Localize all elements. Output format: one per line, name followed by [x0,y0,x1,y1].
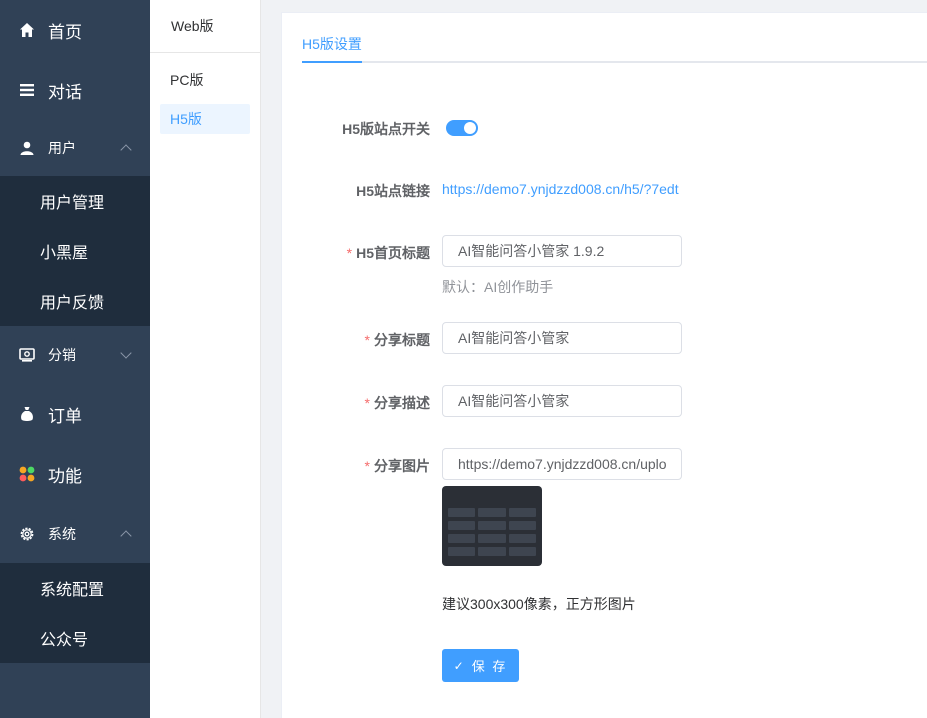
list-icon [18,81,36,99]
share-image-label: 分享图片 [374,458,430,474]
sidebar-item-label: 用户 [48,140,76,156]
home-title-input[interactable]: AI智能问答小管家 1.9.2 [442,235,682,267]
home-title-hint: 默认：AI创作助手 [442,279,554,295]
user-icon [18,139,36,157]
apps-icon [18,465,36,483]
required-mark: * [364,395,370,411]
sidebar: 首页 对话 用户 用户管理 小黑屋 用户反馈 分销 订单 功能 系统 系统配置 … [0,0,150,718]
preview-cell [508,521,536,530]
image-advice-text: 建议300x300像素，正方形图片 [442,596,636,612]
sidebar-item-system-config[interactable]: 系统配置 [0,563,150,613]
sidebar-item-system[interactable]: 系统 [0,504,150,563]
sidebar-item-label: 订单 [48,406,82,426]
sidebar-item-distribution[interactable]: 分销 [0,326,150,384]
money-bag-icon [18,405,36,423]
chevron-down-icon [120,347,132,359]
home-icon [18,21,36,39]
save-button-label: 保 存 [471,659,508,674]
preview-cell [478,547,506,556]
settings-subnav: Web版 PC版 H5版 [150,0,261,718]
site-link-label: H5站点链接 [356,183,430,199]
share-title-label: 分享标题 [374,332,430,348]
subnav-header: Web版 [150,0,260,53]
share-desc-label-wrap: * 分享描述 [365,393,430,413]
share-image-preview[interactable] [442,486,542,566]
site-link-field: https://demo7.ynjdzzd008.cn/h5/?7edt [442,181,679,199]
preview-cell [478,534,506,543]
chevron-up-icon [120,144,132,156]
sidebar-item-label: 对话 [48,82,82,102]
sidebar-item-label: 系统 [48,525,76,542]
sidebar-item-home[interactable]: 首页 [0,0,150,60]
subnav-item-pc[interactable]: PC版 [160,65,250,95]
preview-cell [448,521,476,530]
subnav-list: PC版 H5版 [150,53,260,134]
share-title-field: AI智能问答小管家 [442,322,682,354]
preview-cell [448,534,476,543]
preview-cell [448,547,476,556]
preview-cell [478,508,506,517]
site-switch-field [446,120,478,136]
distribution-icon [18,346,36,364]
share-desc-field: AI智能问答小管家 [442,385,682,417]
tab-bar: H5版设置 [302,13,927,63]
sidebar-item-blacklist[interactable]: 小黑屋 [0,226,150,276]
share-title-label-wrap: * 分享标题 [365,330,430,350]
preview-cell [478,521,506,530]
sidebar-item-user-management[interactable]: 用户管理 [0,176,150,226]
check-icon: ✓ [453,658,466,673]
share-image-input[interactable]: https://demo7.ynjdzzd008.cn/uplo [442,448,682,480]
gear-icon [18,525,36,543]
share-image-label-wrap: * 分享图片 [365,456,430,476]
share-desc-label: 分享描述 [374,395,430,411]
preview-cell [448,508,476,517]
site-switch-toggle[interactable] [446,120,478,136]
save-button[interactable]: ✓ 保 存 [442,649,519,682]
preview-grid [448,508,536,556]
active-tab-indicator [302,61,362,63]
site-switch-label: H5版站点开关 [342,121,430,137]
home-title-label-wrap: * H5首页标题 [347,243,430,263]
submenu-user: 用户管理 小黑屋 用户反馈 [0,176,150,326]
tab-h5-settings[interactable]: H5版设置 [302,13,362,63]
home-title-label: H5首页标题 [356,245,430,261]
preview-cell [508,508,536,517]
site-link[interactable]: https://demo7.ynjdzzd008.cn/h5/?7edt [442,181,679,197]
required-mark: * [364,332,370,348]
share-desc-input[interactable]: AI智能问答小管家 [442,385,682,417]
preview-cell [508,547,536,556]
sidebar-item-label: 分销 [48,347,76,363]
sidebar-item-official-account[interactable]: 公众号 [0,613,150,663]
preview-cell [508,534,536,543]
required-mark: * [364,458,370,474]
share-image-field: https://demo7.ynjdzzd008.cn/uplo 建议300x3… [442,448,682,614]
sidebar-item-chat[interactable]: 对话 [0,60,150,120]
chevron-up-icon [120,529,132,542]
submenu-system: 系统配置 公众号 [0,563,150,663]
sidebar-item-order[interactable]: 订单 [0,384,150,444]
sidebar-item-feedback[interactable]: 用户反馈 [0,276,150,326]
subnav-item-h5[interactable]: H5版 [160,104,250,134]
sidebar-item-label: 功能 [48,466,82,486]
required-mark: * [346,245,353,261]
settings-card: H5版设置 H5版站点开关 H5站点链接 https://demo7.ynjdz… [281,12,927,718]
home-title-field: AI智能问答小管家 1.9.2 默认：AI创作助手 [442,235,682,297]
sidebar-item-user[interactable]: 用户 [0,120,150,176]
sidebar-item-label: 首页 [48,22,82,42]
sidebar-item-function[interactable]: 功能 [0,444,150,504]
share-title-input[interactable]: AI智能问答小管家 [442,322,682,354]
